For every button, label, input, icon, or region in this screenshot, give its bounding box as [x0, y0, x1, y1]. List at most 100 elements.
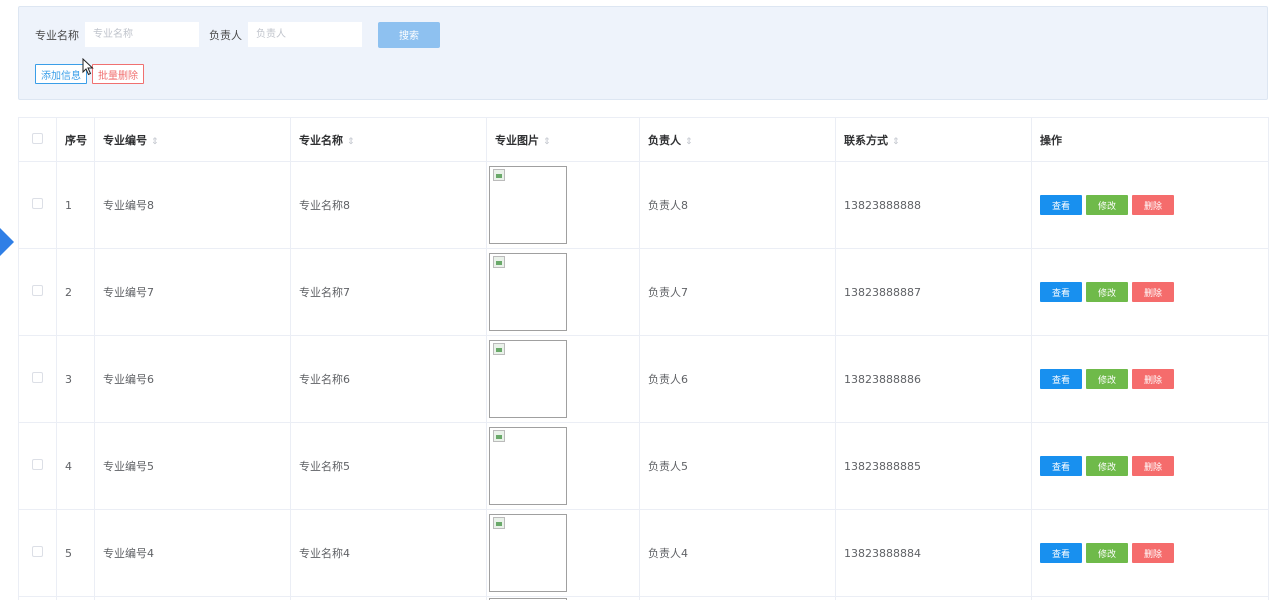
table-header-row: 序号 专业编号 ⇕ 专业名称 ⇕ 专业图片 ⇕ 负责人 ⇕ 联系方式 ⇕ 操作: [18, 117, 1269, 162]
major-image: [489, 166, 567, 244]
table-row: 5 专业编号4 专业名称4 负责人4 13823888884 查看 修改 删除: [18, 509, 1269, 597]
row-checkbox[interactable]: [32, 372, 43, 383]
broken-image-icon: [493, 343, 505, 355]
side-expand-arrow-icon[interactable]: [0, 228, 14, 256]
row-leader: 负责人8: [639, 161, 836, 249]
broken-image-icon: [493, 430, 505, 442]
header-name[interactable]: 专业名称 ⇕: [290, 117, 487, 162]
row-checkbox[interactable]: [32, 546, 43, 557]
edit-button[interactable]: 修改: [1086, 195, 1128, 215]
select-all-cell: [18, 117, 57, 162]
row-major-name: 专业名称8: [290, 161, 487, 249]
major-image: [489, 514, 567, 592]
header-index: 序号: [56, 117, 95, 162]
mouse-cursor-icon: [82, 58, 94, 76]
delete-button[interactable]: 删除: [1132, 456, 1174, 476]
table-row: 3 专业编号6 专业名称6 负责人6 13823888886 查看 修改 删除: [18, 335, 1269, 423]
select-all-checkbox[interactable]: [32, 132, 43, 144]
search-button[interactable]: 搜索: [378, 21, 440, 48]
row-select-cell: [18, 161, 57, 249]
row-index: 1: [56, 161, 95, 249]
row-major-code: 专业编号6: [94, 335, 291, 423]
table-row: 1 专业编号8 专业名称8 负责人8 13823888888 查看 修改 删除: [18, 161, 1269, 249]
row-major-image-cell: [486, 335, 640, 423]
sort-icon[interactable]: ⇕: [543, 137, 551, 147]
sort-icon[interactable]: ⇕: [892, 137, 900, 147]
data-table: 序号 专业编号 ⇕ 专业名称 ⇕ 专业图片 ⇕ 负责人 ⇕ 联系方式 ⇕ 操作 1 专业编号…: [18, 117, 1269, 600]
sort-icon[interactable]: ⇕: [685, 137, 693, 147]
major-name-label: 专业名称: [35, 28, 79, 42]
table-row: [18, 596, 1269, 600]
row-contact: 13823888886: [835, 335, 1032, 423]
broken-image-icon: [493, 517, 505, 529]
row-leader: 负责人7: [639, 248, 836, 336]
major-image: [489, 340, 567, 418]
table-row: 4 专业编号5 专业名称5 负责人5 13823888885 查看 修改 删除: [18, 422, 1269, 510]
header-ops: 操作: [1031, 117, 1269, 162]
delete-button[interactable]: 删除: [1132, 282, 1174, 302]
search-panel: 专业名称 负责人 搜索 添加信息 批量删除: [18, 6, 1268, 100]
row-index: 3: [56, 335, 95, 423]
edit-button[interactable]: 修改: [1086, 456, 1128, 476]
batch-delete-button[interactable]: 批量删除: [92, 64, 144, 84]
row-major-image-cell: [486, 161, 640, 249]
row-leader: 负责人5: [639, 422, 836, 510]
delete-button[interactable]: 删除: [1132, 369, 1174, 389]
row-contact: 13823888888: [835, 161, 1032, 249]
view-button[interactable]: 查看: [1040, 369, 1082, 389]
row-index: 4: [56, 422, 95, 510]
row-index: 5: [56, 509, 95, 597]
row-checkbox[interactable]: [32, 459, 43, 470]
row-index: 2: [56, 248, 95, 336]
row-major-name: 专业名称7: [290, 248, 487, 336]
row-major-code: 专业编号5: [94, 422, 291, 510]
edit-button[interactable]: 修改: [1086, 369, 1128, 389]
broken-image-icon: [493, 256, 505, 268]
header-code[interactable]: 专业编号 ⇕: [94, 117, 291, 162]
view-button[interactable]: 查看: [1040, 456, 1082, 476]
row-select-cell: [18, 422, 57, 510]
row-select-cell: [18, 509, 57, 597]
sort-icon[interactable]: ⇕: [347, 137, 355, 147]
row-checkbox[interactable]: [32, 285, 43, 296]
row-major-image-cell: [486, 509, 640, 597]
table-row: 2 专业编号7 专业名称7 负责人7 13823888887 查看 修改 删除: [18, 248, 1269, 336]
view-button[interactable]: 查看: [1040, 543, 1082, 563]
row-select-cell: [18, 335, 57, 423]
row-major-name: 专业名称4: [290, 509, 487, 597]
view-button[interactable]: 查看: [1040, 195, 1082, 215]
row-ops-cell: 查看 修改 删除: [1031, 422, 1269, 510]
leader-input[interactable]: [248, 22, 362, 47]
row-contact: 13823888887: [835, 248, 1032, 336]
row-contact: 13823888884: [835, 509, 1032, 597]
row-major-image-cell: [486, 248, 640, 336]
row-ops-cell: 查看 修改 删除: [1031, 509, 1269, 597]
header-leader[interactable]: 负责人 ⇕: [639, 117, 836, 162]
edit-button[interactable]: 修改: [1086, 282, 1128, 302]
delete-button[interactable]: 删除: [1132, 195, 1174, 215]
sort-icon[interactable]: ⇕: [151, 137, 159, 147]
broken-image-icon: [493, 169, 505, 181]
row-select-cell: [18, 248, 57, 336]
add-info-button[interactable]: 添加信息: [35, 64, 87, 84]
row-major-image-cell: [486, 422, 640, 510]
edit-button[interactable]: 修改: [1086, 543, 1128, 563]
major-image: [489, 253, 567, 331]
row-leader: 负责人6: [639, 335, 836, 423]
major-image: [489, 427, 567, 505]
row-ops-cell: 查看 修改 删除: [1031, 335, 1269, 423]
row-contact: 13823888885: [835, 422, 1032, 510]
row-major-code: 专业编号8: [94, 161, 291, 249]
row-ops-cell: 查看 修改 删除: [1031, 161, 1269, 249]
leader-label: 负责人: [209, 28, 242, 42]
major-name-input[interactable]: [85, 22, 199, 47]
row-major-name: 专业名称5: [290, 422, 487, 510]
row-major-code: 专业编号4: [94, 509, 291, 597]
view-button[interactable]: 查看: [1040, 282, 1082, 302]
row-checkbox[interactable]: [32, 198, 43, 209]
delete-button[interactable]: 删除: [1132, 543, 1174, 563]
header-contact[interactable]: 联系方式 ⇕: [835, 117, 1032, 162]
header-image[interactable]: 专业图片 ⇕: [486, 117, 640, 162]
row-major-code: 专业编号7: [94, 248, 291, 336]
search-row: 专业名称 负责人 搜索: [35, 21, 440, 48]
